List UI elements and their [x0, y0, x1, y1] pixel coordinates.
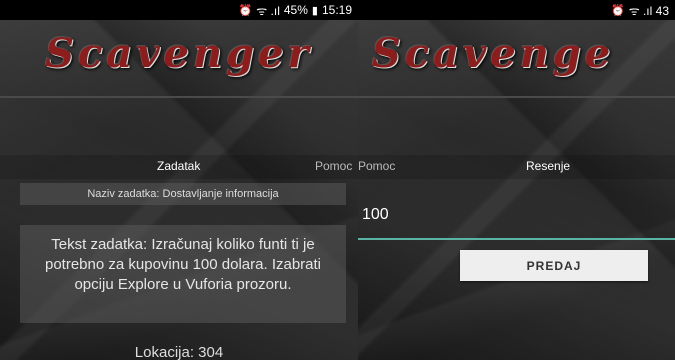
- status-bar: ⏰ ᯤ .ıl 45% ▮ 15:19: [0, 0, 358, 20]
- answer-underline: [358, 238, 675, 240]
- header-divider: [0, 96, 358, 98]
- alarm-icon: ⏰: [238, 4, 253, 17]
- location-text: Lokacija: 304: [134, 344, 224, 360]
- tab-pomoc[interactable]: Pomoc: [358, 155, 395, 177]
- clock: 15:19: [321, 3, 352, 17]
- tab-resenje[interactable]: Resenje: [526, 155, 570, 177]
- battery-text: 45%: [283, 3, 308, 17]
- task-name: Naziv zadatka: Dostavljanje informacija: [20, 183, 346, 205]
- task-text: Tekst zadatka: Izračunaj koliko funti ti…: [20, 225, 346, 323]
- tab-zadatak[interactable]: Zadatak: [157, 155, 200, 177]
- task-screen: ⏰ ᯤ .ıl 45% ▮ 15:19 Scavenger Zadatak Po…: [0, 0, 358, 360]
- tab-pomoc[interactable]: Pomoc: [315, 155, 352, 177]
- signal-icon: ᯤ .ıl 43: [628, 3, 669, 18]
- tab-bar: Pomoc Resenje: [358, 155, 675, 179]
- answer-input[interactable]: [362, 200, 662, 230]
- tab-bar: Zadatak Pomoc: [0, 155, 358, 179]
- alarm-icon: ⏰: [610, 4, 625, 17]
- screens: ⏰ ᯤ .ıl 45% ▮ 15:19 Scavenger Zadatak Po…: [0, 0, 675, 360]
- app-logo: Scavenge: [372, 30, 615, 77]
- signal-icon: ᯤ .ıl: [256, 3, 280, 18]
- battery-icon: ▮: [311, 4, 318, 17]
- submit-button[interactable]: PREDAJ: [460, 250, 648, 281]
- status-bar: ⏰ ᯤ .ıl 43: [358, 0, 675, 20]
- header-divider: [358, 96, 675, 98]
- app-logo: Scavenger: [45, 30, 313, 77]
- answer-screen: ⏰ ᯤ .ıl 43 Scavenge Pomoc Resenje PREDAJ: [358, 0, 675, 360]
